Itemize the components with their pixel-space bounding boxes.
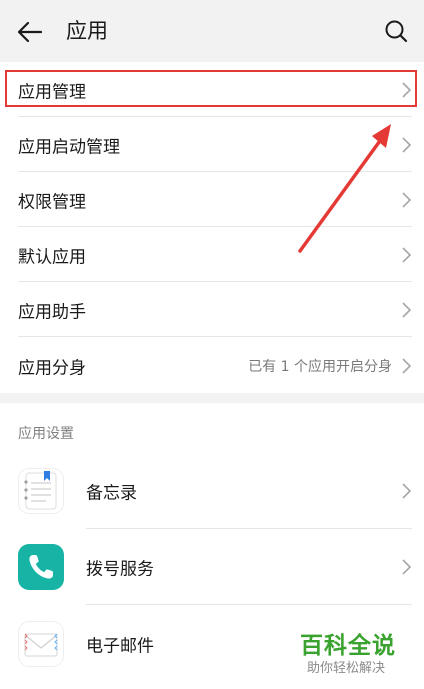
menu-item-label: 权限管理 xyxy=(18,192,86,212)
mail-icon xyxy=(18,621,64,667)
top-bar: 应用 xyxy=(0,0,424,62)
app-menu-card: 应用管理 应用启动管理 权限管理 默认应用 应用助手 应用分身 已有 1 个应用… xyxy=(0,62,424,393)
menu-item-permission-management[interactable]: 权限管理 xyxy=(0,172,424,227)
app-settings-screen: 应用 应用管理 应用启动管理 权限管理 默认应用 应用助手 应用分身 已有 1 … xyxy=(0,0,424,689)
watermark-subtitle: 助你轻松解决 xyxy=(307,661,386,676)
menu-item-app-twin[interactable]: 应用分身 已有 1 个应用开启分身 xyxy=(0,338,424,393)
app-item-label: 备忘录 xyxy=(86,483,137,504)
chevron-right-icon xyxy=(402,301,412,318)
chevron-right-icon xyxy=(402,136,412,153)
search-icon xyxy=(385,20,408,43)
menu-item-startup-management[interactable]: 应用启动管理 xyxy=(0,117,424,172)
menu-item-default-apps[interactable]: 默认应用 xyxy=(0,227,424,282)
menu-item-app-assistant[interactable]: 应用助手 xyxy=(0,282,424,337)
highlight-box xyxy=(5,70,417,107)
chevron-right-icon xyxy=(402,357,412,374)
section-title: 应用设置 xyxy=(18,426,74,442)
divider xyxy=(18,336,412,337)
arrow-left-icon xyxy=(17,21,43,43)
menu-item-label: 应用助手 xyxy=(18,302,86,322)
watermark-title: 百科全说 xyxy=(300,633,396,659)
chevron-right-icon xyxy=(402,559,412,575)
back-button[interactable] xyxy=(12,14,48,50)
app-item-label: 拨号服务 xyxy=(86,559,154,580)
app-item-label: 电子邮件 xyxy=(86,636,154,657)
chevron-right-icon xyxy=(402,246,412,263)
phone-icon xyxy=(18,544,64,590)
menu-item-label: 默认应用 xyxy=(18,247,86,267)
page-title: 应用 xyxy=(66,19,108,43)
menu-item-label: 应用启动管理 xyxy=(18,137,120,157)
chevron-right-icon xyxy=(402,191,412,208)
search-button[interactable] xyxy=(378,13,414,49)
menu-item-label: 应用分身 xyxy=(18,358,86,378)
app-item-dialer[interactable]: 拨号服务 xyxy=(0,529,424,605)
watermark: 百科全说 助你轻松解决 xyxy=(290,622,420,682)
app-item-notes[interactable]: 备忘录 xyxy=(0,453,424,529)
divider xyxy=(86,604,412,605)
chevron-right-icon xyxy=(402,483,412,499)
notes-icon xyxy=(18,468,64,514)
app-twin-status: 已有 1 个应用开启分身 xyxy=(248,358,392,375)
